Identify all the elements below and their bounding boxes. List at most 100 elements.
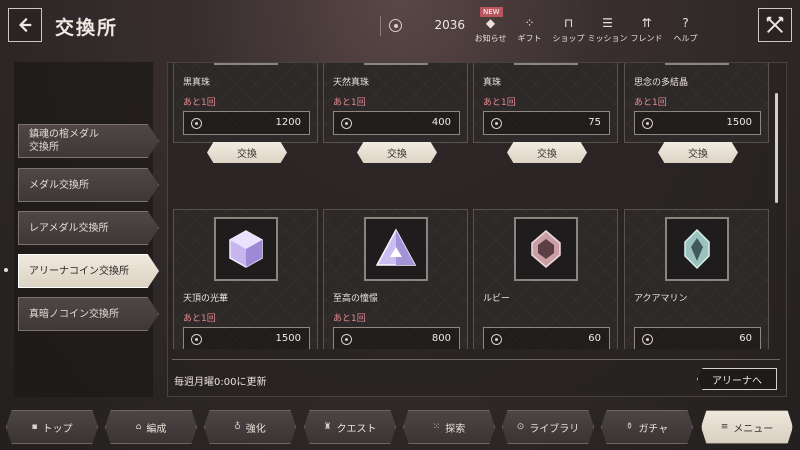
sidebar-tab-rare-medal[interactable]: レアメダル交換所 [18, 211, 159, 245]
page-title: 交換所 [55, 17, 119, 39]
item-card[interactable]: アクアマリン 60 [624, 209, 769, 349]
item-remaining: あと1回 [183, 98, 216, 108]
pearl-icon [514, 63, 578, 65]
bottom-nav: ▪ トップ ⌂ 編成 ♁ 強化 ♜ クエスト ⁙ 探索 ⊙ ライブラリ ⚱ ガチ… [0, 408, 800, 450]
ruby-gem-icon [531, 230, 561, 268]
sidebar-tab-medal[interactable]: メダル交換所 [18, 168, 159, 202]
item-card[interactable]: 天然真珠 あと1回 400 交換 [323, 63, 468, 163]
item-remaining: あと1回 [333, 98, 366, 108]
quest-icon: ♜ [323, 422, 332, 432]
shop-icon: ⊓ [563, 16, 574, 30]
gacha-icon: ⚱ [625, 422, 634, 432]
item-price-box: 1200 [183, 111, 310, 135]
bottom-nav-formation[interactable]: ⌂ 編成 [105, 410, 197, 444]
nav-news[interactable]: NEW ◆ お知らせ [472, 6, 509, 46]
sidebar-tab-dark-coin[interactable]: 真暗ノコイン交換所 [18, 297, 159, 331]
item-price-box: 1500 [183, 327, 310, 349]
bottom-nav-label: トップ [42, 423, 73, 435]
top-nav: NEW ◆ お知らせ ⁘ ギフト ⊓ ショップ ☰ ミッション ⇈ フレンド ?… [472, 6, 704, 46]
item-price: 1200 [275, 117, 301, 128]
bottom-nav-explore[interactable]: ⁙ 探索 [403, 410, 495, 444]
aquamarine-gem-icon [684, 228, 710, 270]
back-button[interactable] [8, 8, 42, 42]
zenith-cube-icon [214, 217, 278, 281]
nav-help[interactable]: ? ヘルプ [667, 6, 704, 46]
friend-icon: ⇈ [641, 16, 652, 30]
header-divider [380, 16, 381, 36]
bottom-nav-quest[interactable]: ♜ クエスト [304, 410, 396, 444]
item-name: 黒真珠 [183, 78, 211, 88]
exchange-button[interactable]: 交換 [207, 142, 287, 163]
natural-pearl-icon [364, 63, 428, 65]
arena-coin-icon [389, 19, 402, 32]
nav-mission[interactable]: ☰ ミッション [587, 6, 628, 46]
bottom-nav-enhance[interactable]: ♁ 強化 [204, 410, 296, 444]
pyramid-gem-icon [375, 228, 417, 266]
item-price-box: 60 [634, 327, 761, 349]
sidebar-tab-requiem-medal[interactable]: 鎮魂の棺メダル 交換所 [18, 124, 159, 158]
item-card[interactable]: 天頂の光華 あと1回 1500 [173, 209, 318, 349]
bottom-nav-label: 探索 [445, 423, 466, 435]
item-remaining: あと1回 [634, 98, 667, 108]
item-card[interactable]: 至高の憧憬 あと1回 800 [323, 209, 468, 349]
item-name: 天然真珠 [333, 78, 370, 88]
item-grid: 黒真珠 あと1回 1200 交換 天然真珠 あと1回 400 交換 真珠 あと1… [168, 63, 773, 349]
item-card[interactable]: 思念の多結晶 あと1回 1500 交換 [624, 63, 769, 163]
coin-icon [491, 334, 502, 345]
coin-icon [642, 118, 653, 129]
exchange-button[interactable]: 交換 [357, 142, 437, 163]
item-price-box: 75 [483, 111, 610, 135]
bottom-nav-menu[interactable]: ≡ メニュー [701, 410, 793, 444]
library-icon: ⊙ [516, 422, 525, 432]
nav-shop-label: ショップ [552, 34, 585, 43]
bottom-nav-label: ガチャ [638, 423, 669, 435]
bottom-nav-top[interactable]: ▪ トップ [6, 410, 98, 444]
scrollbar[interactable] [775, 93, 778, 203]
coin-count: 2036 [434, 18, 465, 32]
item-remaining: あと1回 [333, 314, 366, 324]
coin-icon [642, 334, 653, 345]
item-name: 思念の多結晶 [634, 78, 689, 88]
item-price-box: 1500 [634, 111, 761, 135]
bottom-nav-library[interactable]: ⊙ ライブラリ [502, 410, 594, 444]
item-card[interactable]: ルビー 60 [473, 209, 618, 349]
aquamarine-icon [665, 217, 729, 281]
nav-gift[interactable]: ⁘ ギフト [511, 6, 548, 46]
coin-icon [191, 334, 202, 345]
mission-icon: ☰ [602, 16, 613, 30]
item-price-box: 60 [483, 327, 610, 349]
nav-friend[interactable]: ⇈ フレンド [628, 6, 665, 46]
supreme-pyramid-icon [364, 217, 428, 281]
new-badge: NEW [480, 7, 503, 17]
black-pearl-icon [214, 63, 278, 65]
exchange-button[interactable]: 交換 [658, 142, 738, 163]
cube-gem-icon [229, 230, 263, 268]
item-price-box: 800 [333, 327, 460, 349]
nav-news-label: お知らせ [474, 34, 507, 43]
exchange-button[interactable]: 交換 [507, 142, 587, 163]
close-button[interactable] [758, 8, 792, 42]
polycrystal-icon [665, 63, 729, 65]
explore-icon: ⁙ [432, 422, 441, 432]
item-price: 1500 [726, 117, 752, 128]
sidebar-tab-arena-coin[interactable]: アリーナコイン交換所 [18, 254, 159, 288]
crossed-swords-icon [766, 16, 784, 33]
item-name: ルビー [483, 294, 511, 304]
bottom-nav-label: クエスト [336, 423, 377, 435]
active-indicator-dot [4, 268, 8, 272]
help-icon: ? [682, 16, 689, 30]
nav-mission-label: ミッション [587, 34, 628, 43]
item-name: アクアマリン [634, 294, 688, 304]
item-price-box: 400 [333, 111, 460, 135]
bottom-nav-gacha[interactable]: ⚱ ガチャ [601, 410, 693, 444]
item-card[interactable]: 黒真珠 あと1回 1200 交換 [173, 63, 318, 163]
nav-shop[interactable]: ⊓ ショップ [550, 6, 587, 46]
item-card[interactable]: 真珠 あと1回 75 交換 [473, 63, 618, 163]
panel-divider [172, 359, 780, 360]
nav-gift-label: ギフト [517, 34, 542, 43]
go-to-arena-button[interactable]: アリーナへ [697, 368, 777, 390]
nav-friend-label: フレンド [630, 34, 663, 43]
bottom-nav-label: 編成 [146, 423, 167, 435]
item-name: 至高の憧憬 [333, 294, 379, 304]
bottom-nav-label: 強化 [245, 423, 266, 435]
